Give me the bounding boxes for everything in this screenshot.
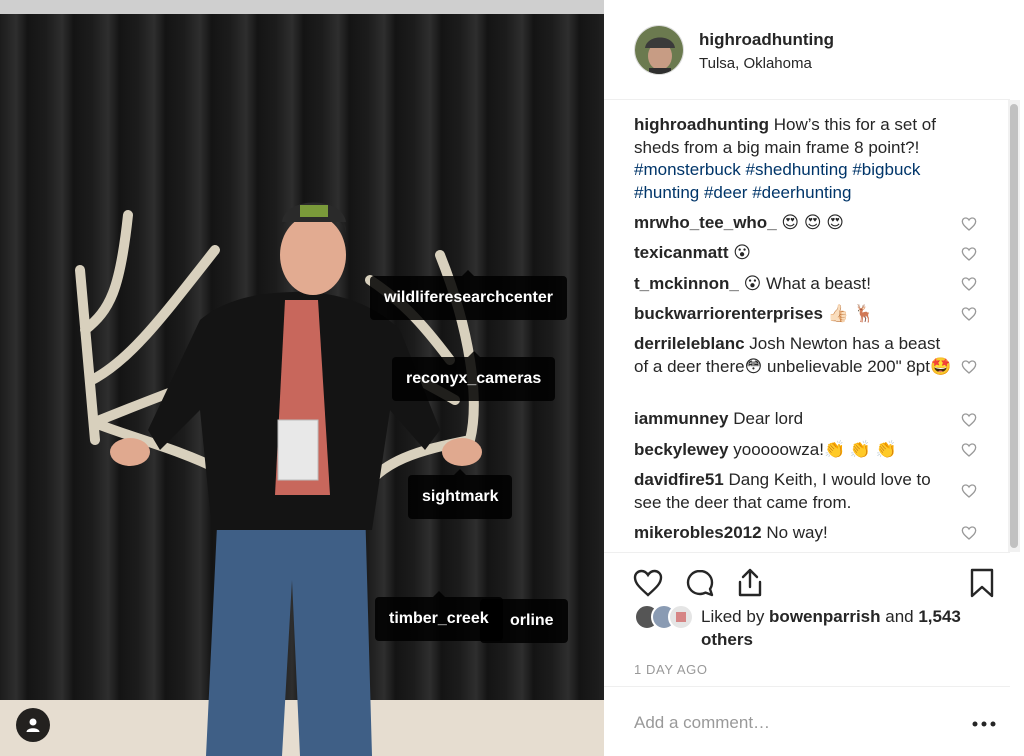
post-author-username[interactable]: highroadhunting	[699, 30, 834, 50]
tag-label: sightmark	[422, 488, 499, 505]
comment-item: t_mckinnon_ 😮 What a beast!	[634, 273, 964, 296]
comment-like-heart-icon[interactable]	[961, 306, 977, 322]
tag-pointer	[462, 270, 475, 276]
caption-username[interactable]: highroadhunting	[634, 115, 769, 134]
photo-tag[interactable]: timber_creek	[375, 591, 503, 641]
hashtag[interactable]: #bigbuck	[852, 160, 920, 179]
tag-pointer	[454, 469, 467, 475]
comment-like-heart-icon[interactable]	[961, 216, 977, 232]
tag-pointer	[467, 351, 480, 357]
comment-like-heart-icon[interactable]	[961, 442, 977, 458]
comment-username[interactable]: t_mckinnon_	[634, 274, 739, 293]
comment-text: 👍🏻 🦌	[822, 304, 875, 323]
comment-like-heart-icon[interactable]	[961, 412, 977, 428]
heart-icon[interactable]	[632, 567, 664, 599]
tag-label: wildliferesearchcenter	[384, 289, 553, 306]
comment-item: mrwho_tee_who_ 😍 😍 😍	[634, 212, 964, 235]
comment-text: 😍 😍 😍	[776, 213, 844, 232]
tag-label: timber_creek	[389, 610, 489, 627]
tag-pointer	[432, 591, 445, 597]
hashtag[interactable]: #deer	[704, 183, 747, 202]
likes-middle: and	[880, 607, 919, 626]
hashtag[interactable]: #shedhunting	[746, 160, 848, 179]
comment-like-heart-icon[interactable]	[961, 483, 977, 499]
hashtag[interactable]: #deerhunting	[752, 183, 851, 202]
comment-username[interactable]: beckylewey	[634, 440, 729, 459]
comment-text: No way!	[761, 523, 828, 542]
comments-scrollbar[interactable]	[1008, 100, 1020, 552]
liker-avatars[interactable]	[634, 604, 698, 630]
tag-label: orline	[510, 612, 554, 629]
comment-text: 😮	[728, 243, 751, 262]
hashtag[interactable]: #monsterbuck	[634, 160, 741, 179]
comment-text: 😮 What a beast!	[738, 274, 871, 293]
avatar-image	[635, 26, 683, 74]
comment-username[interactable]: texicanmatt	[634, 243, 728, 262]
comment-item: derrileleblanc Josh Newton has a beast o…	[634, 333, 954, 378]
comment-item: buckwarriorenterprises 👍🏻 🦌	[634, 303, 964, 326]
photo-tag[interactable]: sightmark	[408, 469, 513, 519]
avatar[interactable]	[634, 25, 684, 75]
photo-tag[interactable]: wildliferesearchcenter	[370, 270, 567, 320]
tagged-users-button[interactable]	[16, 708, 50, 742]
comments-list[interactable]: highroadhunting How’s this for a set of …	[604, 100, 1010, 552]
post-header: highroadhunting Tulsa, Oklahoma	[604, 0, 1010, 100]
bookmark-icon[interactable]	[966, 567, 998, 599]
comment-username[interactable]: buckwarriorenterprises	[634, 304, 823, 323]
share-icon[interactable]	[734, 567, 766, 599]
hashtag[interactable]: #hunting	[634, 183, 699, 202]
add-comment-input[interactable]	[634, 709, 934, 737]
post-caption: highroadhunting How’s this for a set of …	[634, 114, 974, 204]
likes-text: Liked by bowenparrish and 1,543 others	[701, 606, 991, 651]
add-comment-area	[604, 686, 1010, 756]
comment-item: beckylewey yooooowza!👏 👏 👏	[634, 439, 964, 462]
comment-username[interactable]: derrileleblanc	[634, 334, 745, 353]
comment-username[interactable]: mikerobles2012	[634, 523, 762, 542]
comment-item: iammunney Dear lord	[634, 408, 964, 431]
comment-text: Dear lord	[728, 409, 804, 428]
comment-username[interactable]: davidfire51	[634, 470, 724, 489]
comment-username[interactable]: mrwho_tee_who_	[634, 213, 777, 232]
comment-item: davidfire51 Dang Keith, I would love to …	[634, 469, 944, 514]
post-photo[interactable]: wildliferesearchcenter reconyx_cameras s…	[0, 0, 604, 756]
user-icon	[26, 718, 40, 732]
liker-username[interactable]: bowenparrish	[769, 607, 880, 626]
comment-username[interactable]: iammunney	[634, 409, 728, 428]
post-location[interactable]: Tulsa, Oklahoma	[699, 55, 812, 72]
comment-icon[interactable]	[684, 567, 716, 599]
post-timestamp[interactable]: 1 DAY AGO	[634, 662, 708, 677]
comment-like-heart-icon[interactable]	[961, 246, 977, 262]
post-sidebar: highroadhunting Tulsa, Oklahoma highroad…	[604, 0, 1024, 756]
likes-prefix: Liked by	[701, 607, 770, 626]
photo-tag[interactable]: reconyx_cameras	[392, 351, 556, 401]
comment-item: texicanmatt 😮	[634, 242, 964, 265]
scrollbar-thumb[interactable]	[1010, 104, 1018, 548]
post-actions-bar	[604, 552, 1010, 612]
tag-label: reconyx_cameras	[406, 370, 542, 387]
comment-like-heart-icon[interactable]	[961, 276, 977, 292]
comment-text: yooooowza!👏 👏 👏	[728, 440, 897, 459]
comment-item: mikerobles2012 No way!	[634, 522, 964, 545]
comment-like-heart-icon[interactable]	[961, 525, 977, 541]
comment-like-heart-icon[interactable]	[961, 359, 977, 375]
more-options-icon[interactable]	[972, 720, 996, 728]
